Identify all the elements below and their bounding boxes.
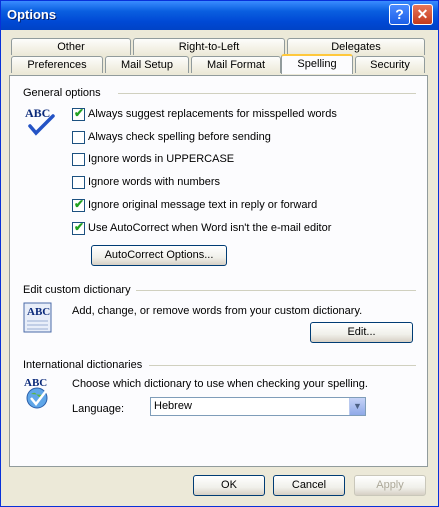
close-button[interactable]: ✕ [412, 4, 433, 25]
option-label: Ignore words in UPPERCASE [88, 153, 235, 165]
custom-dictionary-description: Add, change, or remove words from your c… [72, 305, 363, 317]
option-label: Use AutoCorrect when Word isn't the e-ma… [88, 222, 332, 234]
options-dialog: Options ? ✕ Other Right-to-Left Delegate… [0, 0, 439, 507]
section-divider [118, 93, 416, 94]
tab-label: Delegates [331, 41, 381, 53]
tab-label: Security [370, 59, 410, 71]
international-dictionaries-label: International dictionaries [23, 359, 143, 371]
apply-button[interactable]: Apply [354, 475, 426, 496]
close-icon: ✕ [416, 6, 429, 22]
tab-label: Other [57, 41, 85, 53]
dictionary-edit-icon: ABC [23, 302, 53, 337]
ok-button[interactable]: OK [193, 475, 265, 496]
tab-security[interactable]: Security [355, 56, 425, 73]
checkbox[interactable] [72, 176, 85, 189]
tab-spelling[interactable]: Spelling [281, 54, 353, 74]
option-label: Ignore words with numbers [88, 176, 221, 188]
spelling-check-icon: ABC [24, 104, 56, 141]
tab-other[interactable]: Other [11, 38, 131, 55]
edit-dictionary-button[interactable]: Edit... [310, 322, 413, 343]
checkbox[interactable]: ✔ [72, 197, 85, 212]
section-divider [149, 365, 416, 366]
chevron-down-icon[interactable]: ▼ [349, 398, 365, 415]
language-value: Hebrew [154, 400, 192, 412]
custom-dictionary-label: Edit custom dictionary [23, 284, 131, 296]
tab-label: Spelling [297, 58, 337, 70]
international-description: Choose which dictionary to use when chec… [72, 378, 368, 390]
checkmark-icon: ✔ [74, 197, 85, 211]
general-options-label: General options [23, 87, 101, 99]
tab-label: Mail Setup [121, 59, 173, 71]
help-icon: ? [395, 6, 404, 22]
tab-mail-format[interactable]: Mail Format [191, 56, 281, 73]
section-divider [136, 290, 416, 291]
checkmark-icon: ✔ [74, 220, 85, 234]
option-label: Always check spelling before sending [88, 131, 271, 143]
checkbox[interactable] [72, 153, 85, 166]
tab-right-to-left[interactable]: Right-to-Left [133, 38, 285, 55]
tab-mail-setup[interactable]: Mail Setup [105, 56, 189, 73]
international-dictionary-icon: ABC [22, 375, 52, 412]
abc-text: ABC [27, 306, 50, 318]
help-button[interactable]: ? [389, 4, 410, 25]
window-title: Options [7, 7, 57, 22]
checkbox[interactable]: ✔ [72, 220, 85, 235]
autocorrect-options-button[interactable]: AutoCorrect Options... [91, 245, 227, 266]
tab-label: Right-to-Left [178, 41, 240, 53]
checkbox[interactable]: ✔ [72, 106, 85, 121]
tab-delegates[interactable]: Delegates [287, 38, 425, 55]
tab-label: Preferences [27, 59, 87, 71]
title-bar[interactable]: Options ? ✕ [1, 1, 438, 30]
tab-preferences[interactable]: Preferences [11, 56, 103, 73]
language-select[interactable]: Hebrew ▼ [150, 397, 366, 416]
abc-text: ABC [25, 106, 50, 120]
abc-text: ABC [24, 377, 47, 389]
option-label: Ignore original message text in reply or… [88, 199, 318, 211]
checkmark-icon: ✔ [74, 106, 85, 120]
language-label: Language: [72, 403, 124, 415]
cancel-button[interactable]: Cancel [273, 475, 345, 496]
option-label: Always suggest replacements for misspell… [88, 108, 337, 120]
spelling-panel: General options ABC ✔ Always suggest rep… [9, 75, 428, 467]
checkbox[interactable] [72, 131, 85, 144]
tab-label: Mail Format [206, 59, 266, 71]
